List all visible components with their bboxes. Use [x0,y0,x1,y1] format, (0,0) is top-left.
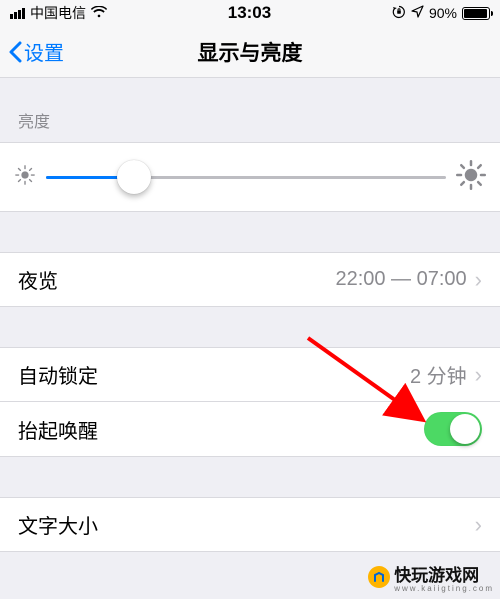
wifi-icon [91,5,107,21]
brightness-header: 亮度 [0,78,500,142]
watermark-sub: www.kaiigting.com [394,584,494,593]
slider-thumb[interactable] [117,160,151,194]
chevron-left-icon [8,41,22,63]
text-size-row[interactable]: 文字大小 › [0,497,500,552]
chevron-right-icon: › [475,364,482,386]
sun-small-icon [14,164,36,191]
sun-big-icon [456,160,486,195]
back-label: 设置 [24,37,64,66]
night-shift-label: 夜览 [18,265,58,294]
battery-pct: 90% [429,5,457,21]
auto-lock-row[interactable]: 自动锁定 2 分钟 › [0,347,500,402]
text-size-label: 文字大小 [18,510,98,539]
watermark-text: 快玩游戏网 [394,566,479,585]
raise-to-wake-toggle[interactable] [424,412,482,446]
night-shift-row[interactable]: 夜览 22:00 — 07:00 › [0,252,500,307]
back-button[interactable]: 设置 [8,37,64,66]
toggle-knob [450,414,480,444]
clock: 13:03 [228,3,271,23]
signal-icon [10,8,25,19]
auto-lock-value: 2 分钟 › [410,360,482,389]
status-right: 90% [392,5,490,22]
raise-to-wake-label: 抬起唤醒 [18,415,98,444]
text-size-value: › [475,514,482,536]
watermark-logo-icon [368,566,390,588]
battery-icon [462,7,490,20]
location-icon [411,5,424,21]
status-left: 中国电信 [10,3,107,23]
brightness-slider[interactable] [46,176,446,179]
chevron-right-icon: › [475,269,482,291]
nav-bar: 设置 显示与亮度 [0,26,500,78]
chevron-right-icon: › [475,514,482,536]
orientation-lock-icon [392,5,406,22]
night-shift-value: 22:00 — 07:00 › [335,268,482,291]
brightness-row [0,142,500,212]
carrier-label: 中国电信 [30,3,86,23]
status-bar: 中国电信 13:03 90% [0,0,500,26]
auto-lock-label: 自动锁定 [18,360,98,389]
watermark: 快玩游戏网 www.kaiigting.com [368,561,494,593]
page-title: 显示与亮度 [0,37,500,67]
raise-to-wake-row: 抬起唤醒 [0,402,500,457]
